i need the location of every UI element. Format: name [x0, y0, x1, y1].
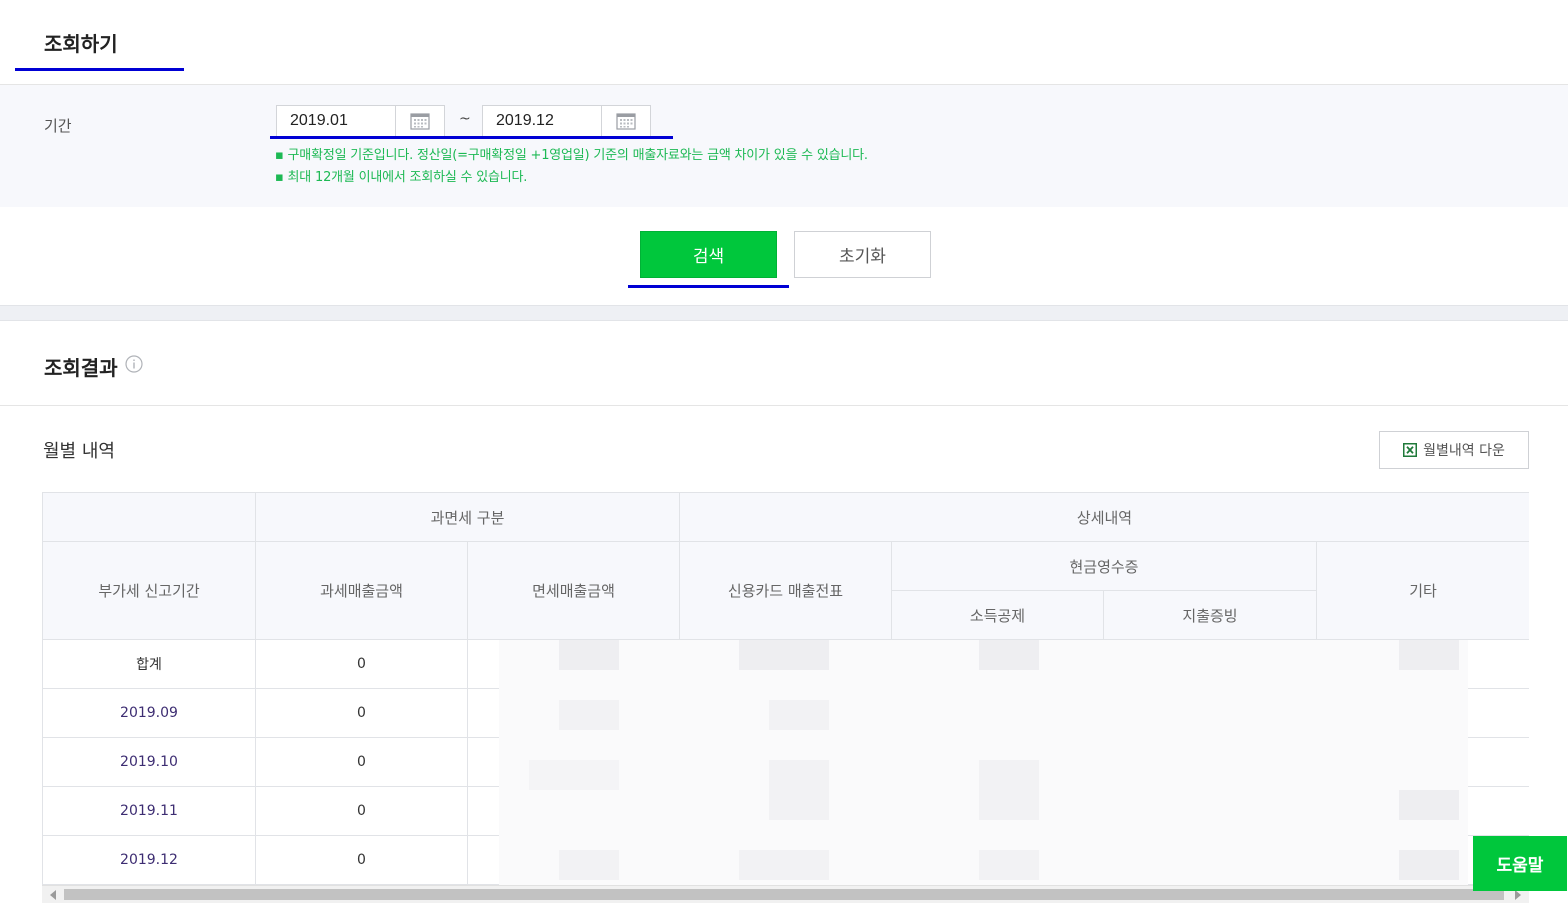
row-period: 2019.09 [42, 688, 256, 738]
row-taxable: 0 [255, 688, 468, 738]
calendar-icon [410, 113, 430, 130]
header-credit-card: 신용카드 매출전표 [679, 541, 892, 640]
header-expense-proof: 지출증빙 [1103, 590, 1317, 640]
search-underline [628, 285, 789, 288]
monthly-subtitle: 월별 내역 [43, 441, 115, 462]
filter-area: 기간 ~ [0, 85, 1568, 207]
end-date-input[interactable] [483, 106, 601, 136]
info-icon[interactable] [125, 355, 143, 373]
query-title: 조회하기 [44, 32, 118, 56]
end-date-picker [482, 105, 651, 137]
scroll-left-arrow-icon[interactable] [50, 890, 56, 900]
header-empty [42, 492, 256, 542]
scroll-right-arrow-icon[interactable] [1515, 890, 1521, 900]
header-other: 기타 [1315, 541, 1529, 640]
horizontal-scrollbar[interactable] [42, 885, 1529, 903]
end-calendar-button[interactable] [601, 106, 650, 136]
row-taxable: 0 [255, 786, 468, 836]
query-header: 조회하기 [0, 0, 1568, 85]
row-taxable: 0 [255, 737, 468, 787]
header-detail-group: 상세내역 [678, 492, 1529, 542]
range-separator: ~ [459, 111, 471, 127]
notice-max-period: ▪ 최대 12개월 이내에서 조회하실 수 있습니다. [275, 170, 528, 185]
calendar-icon [616, 113, 636, 130]
monthly-download-button[interactable]: 월별내역 다운 [1379, 431, 1529, 469]
row-taxable: 0 [255, 835, 468, 885]
header-cash-receipt: 현금영수증 [891, 541, 1317, 591]
search-button[interactable]: 검색 [640, 231, 777, 278]
notice-confirm-date: ▪ 구매확정일 기준입니다. 정산일(=구매확정일 +1영업일) 기준의 매출자… [275, 148, 868, 163]
scroll-thumb[interactable] [64, 889, 1504, 900]
action-buttons: 검색 초기화 [0, 207, 1568, 305]
title-underline [15, 68, 184, 71]
date-range-underline [270, 136, 673, 139]
excel-icon [1403, 443, 1418, 457]
start-date-picker [276, 105, 445, 137]
header-period: 부가세 신고기간 [42, 541, 256, 640]
row-period: 2019.12 [42, 835, 256, 885]
section-divider [0, 305, 1568, 321]
redacted-area [499, 640, 1468, 885]
header-exempt: 면세매출금액 [467, 541, 680, 640]
row-period: 2019.10 [42, 737, 256, 787]
row-period: 2019.11 [42, 786, 256, 836]
reset-button[interactable]: 초기화 [794, 231, 931, 278]
start-date-input[interactable] [277, 106, 395, 136]
header-income-deduction: 소득공제 [891, 590, 1104, 640]
help-button[interactable]: 도움말 [1473, 836, 1567, 891]
header-tax-group: 과면세 구분 [255, 492, 680, 542]
result-title: 조회결과 [44, 356, 118, 380]
row-taxable: 0 [255, 639, 468, 689]
row-period: 합계 [42, 639, 256, 689]
result-header: 조회결과 [0, 320, 1568, 406]
start-calendar-button[interactable] [395, 106, 444, 136]
header-taxable: 과세매출금액 [255, 541, 468, 640]
download-label: 월별내역 다운 [1423, 443, 1505, 459]
period-label: 기간 [44, 117, 72, 135]
